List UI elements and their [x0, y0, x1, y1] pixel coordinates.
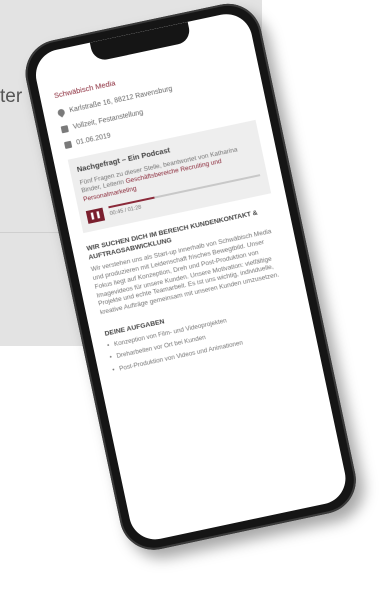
date-text: 01.06.2019 — [75, 132, 112, 147]
job-posting-content: Schwäbisch Media Karlstraße 16, 88212 Ra… — [53, 51, 302, 379]
phone-screen: Schwäbisch Media Karlstraße 16, 88212 Ra… — [31, 9, 351, 545]
phone-mockup: Schwäbisch Media Karlstraße 16, 88212 Ra… — [0, 0, 388, 607]
play-icon: ❚❚ — [88, 210, 102, 221]
calendar-icon — [64, 140, 73, 150]
phone-frame: Schwäbisch Media Karlstraße 16, 88212 Ra… — [19, 0, 363, 557]
play-button[interactable]: ❚❚ — [85, 207, 106, 224]
location-pin-icon — [56, 108, 67, 118]
briefcase-icon — [60, 124, 69, 134]
phone-notch — [89, 21, 192, 63]
